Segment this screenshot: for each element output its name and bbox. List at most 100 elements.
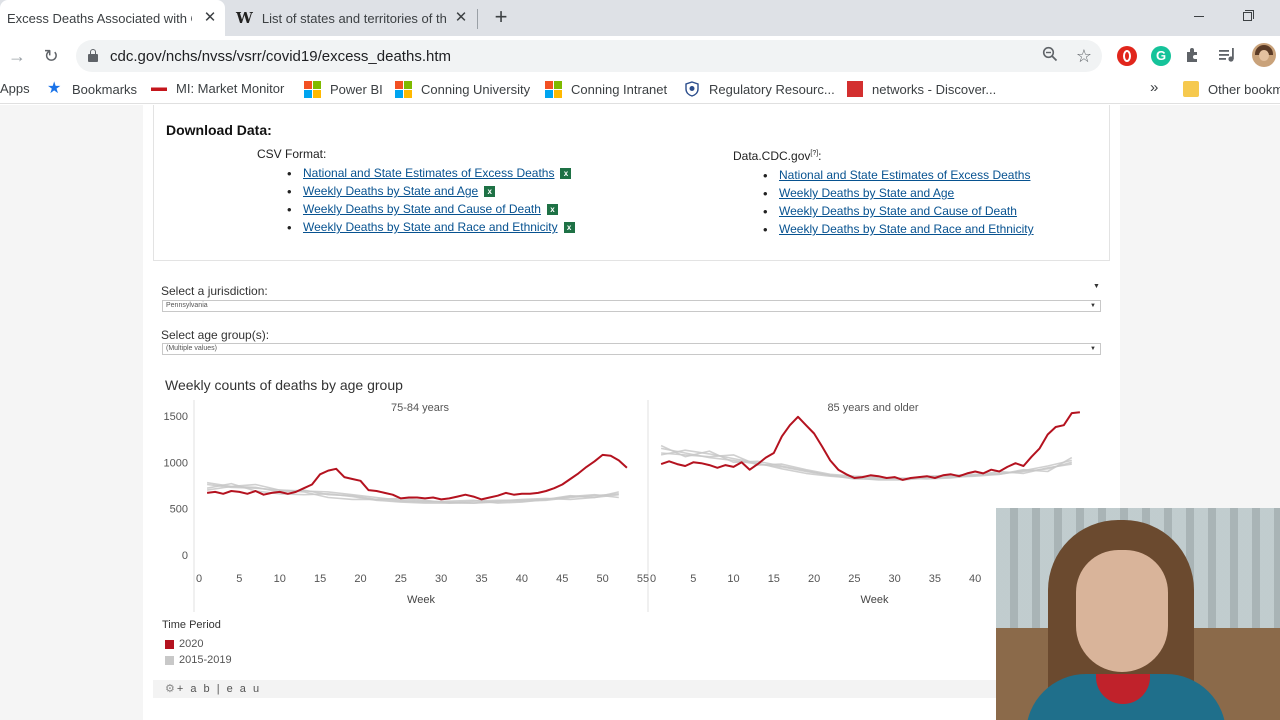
bookmark-conning-university[interactable]: Conning University: [395, 81, 530, 98]
close-icon[interactable]: ✕: [201, 9, 219, 27]
download-data-panel: Download Data: CSV Format: National and …: [153, 105, 1110, 261]
forward-button[interactable]: →: [5, 44, 29, 68]
bookmark-label: Conning University: [421, 82, 531, 97]
data-cdc-link-list: National and State Estimates of Excess D…: [779, 166, 1034, 238]
bookmark-networks[interactable]: networks - Discover...: [847, 81, 996, 97]
legend-label: 2015-2019: [179, 654, 232, 666]
bookmark-other[interactable]: Other bookm: [1183, 81, 1280, 97]
excel-icon: x: [563, 221, 575, 233]
data-cdc-help-icon[interactable]: [?]: [810, 150, 818, 157]
legend-label: 2020: [179, 638, 204, 650]
data-link-state-age[interactable]: Weekly Deaths by State and Age: [779, 186, 954, 200]
bookmark-regulatory-resources[interactable]: Regulatory Resourc...: [684, 81, 835, 97]
csv-link-excess-deaths[interactable]: National and State Estimates of Excess D…: [303, 166, 554, 180]
data-cdc-title-text: Data.CDC.gov: [733, 149, 811, 163]
address-bar[interactable]: cdc.gov/nchs/nvss/vsrr/covid19/excess_de…: [76, 40, 1102, 72]
opera-icon[interactable]: [1117, 46, 1137, 66]
y-tick-label: 0: [182, 550, 188, 562]
x-tick-label: 5: [236, 573, 242, 585]
x-tick-label: 40: [969, 573, 981, 585]
csv-link-cause-of-death[interactable]: Weekly Deaths by State and Cause of Deat…: [303, 202, 541, 216]
bookmark-label: Other bookm: [1208, 81, 1280, 97]
list-item: Weekly Deaths by State and Race and Ethn…: [303, 218, 575, 236]
legend-title: Time Period: [162, 619, 221, 631]
age-group-label: Select age group(s):: [161, 328, 270, 342]
x-tick-label: 20: [808, 573, 820, 585]
extensions-icon[interactable]: [1184, 46, 1204, 66]
bookmark-power-bi[interactable]: Power BI: [304, 81, 383, 98]
series-line-2020-85-years-and-older: [660, 411, 1081, 481]
panel-header-75-84-years: 75-84 years: [391, 402, 450, 414]
restore-icon[interactable]: [1234, 4, 1260, 28]
new-tab-button[interactable]: +: [490, 6, 512, 30]
jurisdiction-menu-icon[interactable]: ▼: [1093, 283, 1100, 290]
folder-icon: [1183, 81, 1199, 97]
age-group-value: (Multiple values): [166, 345, 217, 352]
bookmark-label: Bookmarks: [72, 81, 138, 97]
legend-item-2020[interactable]: 2020: [165, 638, 203, 650]
x-axis-label: Week: [861, 594, 889, 606]
x-tick-label: 5: [690, 573, 696, 585]
legend-swatch-2020: [165, 639, 174, 649]
tableau-footer[interactable]: ⚙+ a b | e a u: [153, 680, 1110, 698]
tab-separator: [477, 9, 478, 29]
microsoft-icon: [545, 81, 562, 98]
csv-link-race-ethnicity[interactable]: Weekly Deaths by State and Race and Ethn…: [303, 220, 558, 234]
data-link-excess-deaths[interactable]: National and State Estimates of Excess D…: [779, 168, 1030, 182]
wikipedia-icon: W: [236, 9, 253, 27]
jurisdiction-select[interactable]: Pennsylvania ▼: [162, 300, 1101, 312]
tab-title: List of states and territories of th: [261, 10, 447, 26]
bookmark-market-monitor[interactable]: MI: Market Monitor: [151, 81, 284, 96]
shield-icon: [684, 81, 700, 97]
x-axis-label: Week: [407, 594, 435, 606]
zoom-icon[interactable]: [1040, 46, 1060, 66]
chevron-down-icon: ▼: [1090, 303, 1096, 309]
minimize-icon[interactable]: [1186, 4, 1212, 28]
tab-excess-deaths[interactable]: Excess Deaths Associated with C ✕: [0, 0, 225, 36]
flag-icon: [151, 83, 167, 94]
tab-strip: Excess Deaths Associated with C ✕ W List…: [0, 0, 1280, 36]
profile-avatar[interactable]: [1252, 43, 1276, 67]
close-icon[interactable]: ✕: [452, 9, 470, 27]
reload-button[interactable]: ↻: [39, 44, 63, 68]
bookmark-conning-intranet[interactable]: Conning Intranet: [545, 81, 667, 98]
browser-toolbar: → ↻ cdc.gov/nchs/nvss/vsrr/covid19/exces…: [0, 36, 1280, 76]
x-tick-label: 25: [395, 573, 407, 585]
data-link-race-ethnicity[interactable]: Weekly Deaths by State and Race and Ethn…: [779, 222, 1034, 236]
bookmark-label: Apps: [0, 81, 30, 96]
x-tick-label: 40: [516, 573, 528, 585]
bookmark-bookmarks[interactable]: ★ Bookmarks: [47, 81, 137, 97]
microsoft-icon: [395, 81, 412, 98]
data-link-cause-of-death[interactable]: Weekly Deaths by State and Cause of Deat…: [779, 204, 1017, 218]
grammarly-icon[interactable]: G: [1151, 46, 1171, 66]
age-group-select[interactable]: (Multiple values) ▼: [162, 343, 1101, 355]
networks-icon: [847, 81, 863, 97]
download-title: Download Data:: [166, 122, 272, 138]
media-control-icon[interactable]: [1218, 46, 1238, 66]
page-content: Download Data: CSV Format: National and …: [143, 105, 1120, 720]
person-face: [1076, 550, 1168, 672]
csv-format-title: CSV Format:: [257, 147, 327, 161]
data-cdc-colon: :: [818, 149, 822, 163]
series-line-2015-2019-85-years-and-older: [660, 444, 1072, 480]
bookmarks-overflow-button[interactable]: »: [1150, 79, 1158, 96]
bookmark-label: MI: Market Monitor: [176, 81, 285, 96]
list-item: Weekly Deaths by State and Age x: [303, 182, 575, 200]
bookmark-label: networks - Discover...: [872, 81, 997, 97]
tab-wikipedia[interactable]: W List of states and territories of th ✕: [226, 0, 476, 36]
bookmark-apps[interactable]: Apps: [0, 81, 30, 96]
bookmark-label: Regulatory Resourc...: [709, 81, 835, 97]
csv-link-state-age[interactable]: Weekly Deaths by State and Age: [303, 184, 478, 198]
x-tick-label: 15: [768, 573, 780, 585]
microsoft-icon: [304, 81, 321, 98]
deaths-by-age-chart: 75-84 years0500100015000 5 10 15 20 25 30 35 40 4…: [164, 400, 1081, 612]
list-item: Weekly Deaths by State and Age: [779, 184, 1034, 202]
excel-icon: x: [560, 167, 572, 179]
bookmark-label: Power BI: [330, 82, 383, 97]
x-tick-label: 10: [727, 573, 739, 585]
url-text: cdc.gov/nchs/nvss/vsrr/covid19/excess_de…: [110, 48, 451, 65]
tableau-label: + a b | e a u: [176, 683, 262, 695]
star-icon[interactable]: ☆: [1074, 46, 1094, 66]
legend-item-2015-2019[interactable]: 2015-2019: [165, 654, 232, 666]
x-tick-label: 15: [314, 573, 326, 585]
